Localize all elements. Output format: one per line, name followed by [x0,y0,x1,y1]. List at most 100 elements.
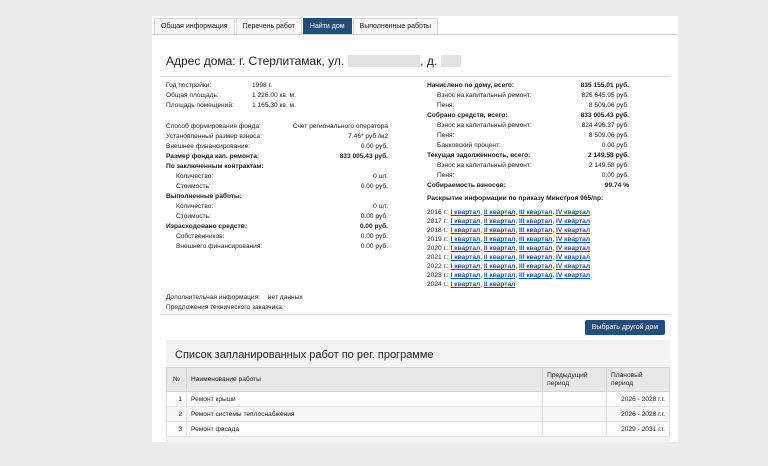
quarter-link[interactable]: IV квартал [556,218,590,225]
done-works-label: Выполненные работы: [166,193,242,200]
fee-value: 7.46* руб./м2 [348,133,388,140]
charged-label: Начислено по дому, всего: [427,82,515,89]
disclosure-row: 2020 г.: I квартал, II квартал, III квар… [427,245,591,252]
collection-rate-label: Собираемость взносов: [427,182,506,189]
col-number: № [166,367,187,392]
planned-works-table: № Наименование работы Предыдущий период … [166,367,670,437]
quarter-link[interactable]: I квартал [451,254,481,261]
contracts-cost-value: 0.00 руб. [360,183,388,190]
col-work-name: Наименование работы [185,367,544,392]
quarter-link[interactable]: II квартал [484,263,515,270]
quarter-link[interactable]: I квартал [451,236,481,243]
redacted-house-number [441,55,462,67]
collection-rate-value: 99.74 % [604,182,629,189]
additional-info-value: нет данных [267,294,303,301]
quarter-link[interactable]: IV квартал [556,272,590,279]
disclosure-year: 2020 г.: [427,245,449,252]
row-work-name: Ремонт крыши [185,391,544,407]
disclosure-row: 2019 г.: I квартал, II квартал, III квар… [427,236,591,243]
table-row: 1 Ремонт крыши 2026 - 2028 г.г. [166,391,670,407]
quarter-link[interactable]: I квартал [451,209,481,216]
row-planned-period: 2026 - 2028 г.г. [606,406,670,422]
quarter-link[interactable]: II квартал [484,227,515,234]
disclosure-row: 2018 г.: I квартал, II квартал, III квар… [427,227,591,234]
done-cost-label: Стоимость: [176,213,211,220]
quarter-link[interactable]: II квартал [484,281,515,288]
quarter-link[interactable]: I квартал [451,263,481,270]
divider [160,76,670,77]
quarter-link[interactable]: II квартал [484,236,515,243]
divider [160,314,670,315]
disclosure-label: Раскрытие информации по приказу Минстроя… [427,195,604,202]
col-planned-period: Плановый период [606,367,670,392]
fund-size-label: Размер фонда кап. ремонта: [166,153,260,160]
disclosure-row: 2024 г.: I квартал, II квартал [427,281,516,288]
tab-general-info[interactable]: Общая информация [154,18,235,34]
quarter-link[interactable]: III квартал [519,254,552,261]
charged-penalty-value: 8 509.06 руб. [588,102,629,109]
quarter-link[interactable]: IV квартал [556,263,590,270]
disclosure-year: 2019 г.: [427,236,449,243]
collected-fee-value: 824 496.37 руб. [581,122,629,129]
quarter-link[interactable]: II квартал [484,245,515,252]
quarter-link[interactable]: I квартал [451,272,481,279]
quarter-link[interactable]: III квартал [519,218,552,225]
disclosure-row: 2023 г.: I квартал, II квартал, III квар… [427,272,591,279]
disclosure-row: 2022 г.: I квартал, II квартал, III квар… [427,263,591,270]
quarter-link[interactable]: II квартал [484,209,515,216]
quarter-link[interactable]: IV квартал [556,209,590,216]
tab-find-house[interactable]: Найти дом [302,18,352,34]
spent-external-label: Внешнего финансирования: [176,243,263,250]
year-value: 1998 г. [252,82,272,89]
address-prefix: Адрес дома: г. Стерлитамак, ул. [166,54,345,68]
year-label: Год постройки: [166,82,212,89]
tab-works-list[interactable]: Перечень работ [235,18,302,34]
bank-interest-label: Банковский процент: [437,142,501,149]
select-another-house-button[interactable]: Выбрать другой дом [585,320,665,335]
row-planned-period: 2026 - 2028 г.г. [606,391,670,407]
row-work-name: Ремонт системы теплоснабжения [185,406,544,422]
quarter-link[interactable]: III квартал [519,209,552,216]
tech-customer-proposals: Предложения технического заказчика: [166,304,284,311]
col-previous-period: Предыдущий период [542,367,608,392]
quarter-link[interactable]: I квартал [451,281,481,288]
tech-customer-label: Предложения технического заказчика: [166,304,284,311]
quarter-link[interactable]: IV квартал [556,227,590,234]
quarter-link[interactable]: III квартал [519,245,552,252]
quarter-link[interactable]: III квартал [519,272,552,279]
planned-works-section: Список запланированных работ по рег. про… [166,340,670,442]
spent-external-value: 0.00 руб. [360,243,388,250]
debt-value: 2 149.58 руб. [587,152,629,159]
quarter-link[interactable]: IV квартал [556,245,590,252]
quarter-link[interactable]: II квартал [484,254,515,261]
collected-label: Собрано средств, всего: [427,112,508,119]
quarter-link[interactable]: II квартал [484,272,515,279]
quarter-link[interactable]: III квартал [519,263,552,270]
disclosure-year: 2022 г.: [427,263,449,270]
quarter-link[interactable]: III квартал [519,227,552,234]
row-previous-period [542,421,608,437]
fund-method-label: Способ формирования фонда: [166,123,261,130]
quarter-link[interactable]: II квартал [484,218,515,225]
contracts-count-label: Количество: [176,173,214,180]
collected-penalty-value: 8 509.06 руб. [588,132,629,139]
spent-value: 0.00 руб. [359,223,388,230]
quarter-link[interactable]: III квартал [519,236,552,243]
collected-penalty-label: Пеня: [437,132,455,139]
disclosure-year: 2017 г.: [427,218,449,225]
quarter-link[interactable]: I квартал [451,227,481,234]
external-financing-value: 0.00 руб. [360,143,388,150]
redacted-street [348,55,421,67]
quarter-link[interactable]: I квартал [451,245,481,252]
quarter-link[interactable]: I квартал [451,218,481,225]
rooms-area-value: 1 165.30 кв. м. [252,102,296,109]
charged-penalty-label: Пеня: [437,102,455,109]
tab-completed-works[interactable]: Выполненные работы [352,18,438,34]
fund-method-value: Счет регионального оператора [292,123,388,130]
charged-fee-value: 826 645.95 руб. [581,92,629,99]
owners-label: Собственников: [176,233,225,240]
disclosure-year: 2021 г.: [427,254,449,261]
disclosure-row: 2016 г.: I квартал, II квартал, III квар… [427,209,591,216]
quarter-link[interactable]: IV квартал [556,236,590,243]
quarter-link[interactable]: IV квартал [556,254,590,261]
